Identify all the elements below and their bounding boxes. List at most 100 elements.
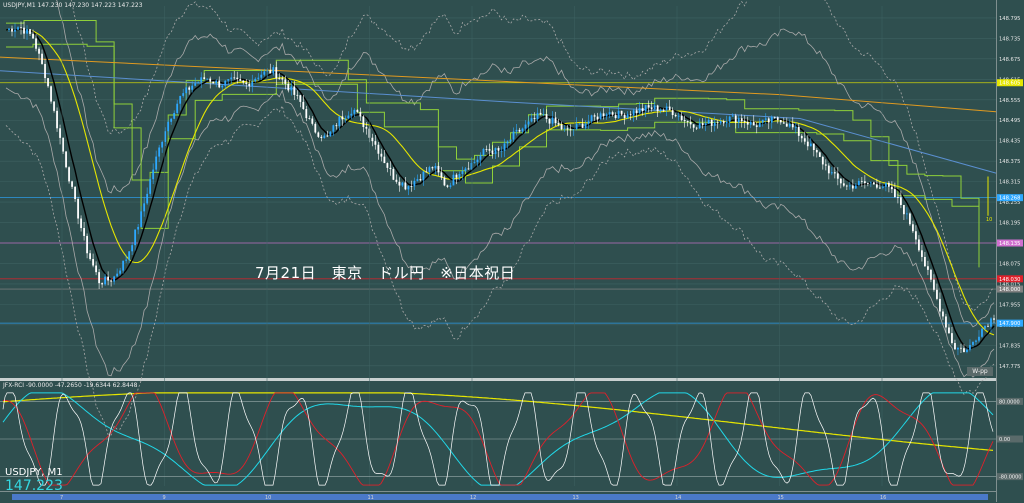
- candle-body: [248, 83, 251, 87]
- candle-body: [383, 156, 386, 164]
- candle-body: [77, 199, 79, 219]
- candle-body: [206, 78, 209, 80]
- candle-body: [725, 121, 728, 124]
- candle-body: [422, 171, 425, 181]
- candle-body: [209, 78, 212, 82]
- candle-body: [767, 118, 770, 123]
- candle-body: [299, 95, 302, 102]
- candle-body: [785, 123, 788, 127]
- candle-body: [215, 80, 218, 84]
- candle-body: [41, 53, 43, 64]
- candle-body: [506, 141, 509, 144]
- candle-body: [815, 149, 818, 153]
- candle-body: [836, 173, 839, 179]
- candle-body: [365, 126, 368, 129]
- candle-body: [377, 144, 380, 154]
- candle-body: [704, 123, 707, 126]
- candle-body: [629, 114, 632, 116]
- candle-body: [695, 127, 698, 129]
- candle-body: [518, 129, 521, 132]
- candle-body: [395, 179, 398, 182]
- candle-body: [993, 318, 995, 320]
- candle-body: [26, 29, 28, 34]
- candle-body: [680, 115, 683, 121]
- candle-body: [788, 123, 791, 127]
- price-tick-label: 148.555: [999, 98, 1020, 104]
- candle-body: [263, 71, 266, 75]
- candle-body: [912, 224, 914, 232]
- candle-body: [650, 107, 653, 110]
- candle-body: [308, 118, 311, 119]
- price-tick-label: 148.435: [999, 139, 1020, 145]
- candle-body: [848, 185, 851, 187]
- candle-body: [287, 83, 290, 91]
- candle-body: [326, 135, 329, 137]
- candle-body: [665, 106, 668, 110]
- candle-body: [290, 86, 293, 91]
- candle-body: [548, 118, 551, 124]
- candle-body: [356, 109, 359, 112]
- candle-body: [497, 148, 500, 151]
- candle-body: [620, 110, 623, 115]
- candle-body: [906, 213, 908, 215]
- candle-body: [464, 168, 467, 172]
- candle-body: [236, 77, 239, 80]
- candle-body: [887, 182, 890, 187]
- candle-body: [116, 273, 119, 277]
- candle-body: [71, 181, 73, 187]
- candle-body: [960, 347, 962, 349]
- rci-level-label: 80.0000: [999, 399, 1020, 405]
- candle-body: [122, 260, 125, 271]
- candle-body: [362, 116, 365, 127]
- candle-body: [323, 135, 326, 139]
- candle-body: [524, 124, 527, 129]
- candle-body: [554, 117, 557, 124]
- candle-body: [182, 93, 185, 96]
- candle-body: [662, 109, 665, 111]
- candle-body: [668, 106, 671, 111]
- candle-body: [752, 121, 755, 126]
- candle-body: [803, 138, 806, 142]
- candle-body: [773, 116, 776, 118]
- candle-body: [419, 179, 422, 181]
- candle-body: [371, 137, 374, 142]
- candle-body: [954, 343, 956, 350]
- candle-body: [500, 150, 503, 152]
- candle-body: [860, 180, 863, 182]
- price-tick-label: 148.795: [999, 16, 1020, 22]
- candle-body: [170, 118, 173, 122]
- candle-body: [380, 153, 383, 157]
- candle-body: [821, 156, 824, 165]
- candle-body: [176, 103, 179, 113]
- rci-level-label: -80.0000: [999, 475, 1021, 481]
- candle-body: [656, 105, 659, 112]
- candle-body: [797, 126, 800, 136]
- candle-body: [981, 328, 983, 337]
- candle-body: [812, 143, 815, 150]
- candle-body: [398, 181, 401, 186]
- candle-body: [242, 80, 245, 83]
- candle-body: [239, 79, 242, 81]
- candle-body: [647, 105, 650, 108]
- candle-body: [791, 123, 794, 128]
- candle-body: [494, 148, 497, 154]
- candle-body: [545, 114, 548, 119]
- candle-body: [653, 105, 656, 110]
- candle-body: [413, 180, 416, 187]
- candle-body: [302, 101, 305, 110]
- candle-body: [881, 186, 884, 188]
- candle-body: [107, 276, 110, 281]
- candle-body: [89, 253, 91, 259]
- candle-body: [584, 123, 587, 128]
- time-tick-label: 13: [573, 495, 579, 501]
- candle-body: [374, 141, 377, 145]
- candle-body: [311, 118, 314, 124]
- candle-body: [975, 340, 977, 342]
- time-tick-label: 7: [60, 495, 63, 501]
- candle-body: [734, 115, 737, 123]
- candle-body: [608, 112, 611, 115]
- candle-body: [572, 129, 575, 131]
- candle-body: [101, 283, 103, 285]
- candle-body: [92, 258, 94, 266]
- candle-body: [296, 94, 299, 96]
